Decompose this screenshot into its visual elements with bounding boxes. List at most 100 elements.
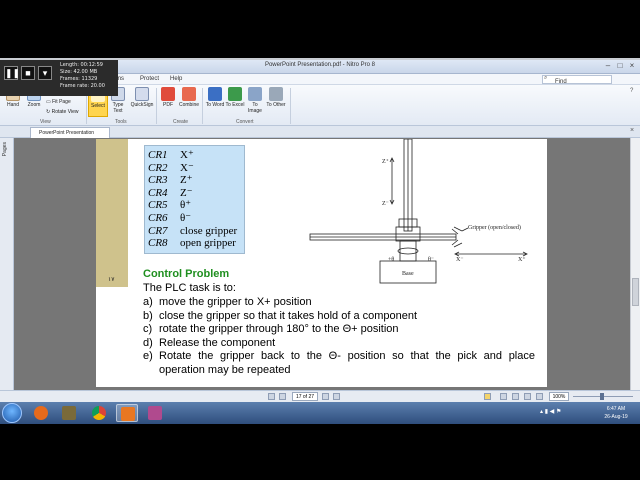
to-other-button[interactable]: To Other bbox=[265, 87, 287, 108]
to-image-label: To Image bbox=[248, 102, 262, 114]
hand-label: Hand bbox=[7, 102, 19, 108]
nitro-icon bbox=[121, 407, 135, 421]
previous-page-button[interactable] bbox=[279, 393, 286, 400]
step-text: operation may be repeated bbox=[159, 363, 291, 376]
system-tray: ▴ ▮ ◀ ⚑ bbox=[540, 408, 561, 415]
slide-page: ١٧ CR1 X⁺ CR2 X⁻ CR3 Z⁺ CR4 Z⁻ CR5 θ⁺ CR6 θ⁻ CR7 clos… bbox=[96, 139, 547, 387]
quicksign-button[interactable]: QuickSign bbox=[130, 87, 154, 108]
step-label: c) bbox=[143, 323, 153, 335]
base-label: Base bbox=[402, 271, 414, 277]
vertical-scrollbar[interactable] bbox=[630, 138, 640, 390]
tab-label: PowerPoint Presentation bbox=[39, 130, 95, 136]
next-page-button[interactable] bbox=[322, 393, 329, 400]
tab-powerpoint-presentation[interactable]: PowerPoint Presentation bbox=[30, 127, 110, 138]
view-mode-button[interactable] bbox=[536, 393, 543, 400]
group-tools: Tools bbox=[115, 119, 127, 125]
relay-action: X⁻ bbox=[180, 161, 194, 174]
control-problem-title: Control Problem bbox=[143, 268, 230, 280]
theta-plus-label: +θ bbox=[388, 257, 394, 263]
slide-side-strip bbox=[96, 139, 128, 287]
pdf-icon bbox=[161, 87, 175, 101]
minimize-icon[interactable]: – bbox=[602, 61, 614, 70]
clock-time: 6:47 AM bbox=[606, 406, 626, 412]
relay-id: CR1 bbox=[148, 149, 168, 161]
combine-icon bbox=[182, 87, 196, 101]
last-page-button[interactable] bbox=[333, 393, 340, 400]
plc-task-intro: The PLC task is to: bbox=[143, 282, 236, 294]
taskbar-firefox[interactable] bbox=[30, 404, 52, 422]
menu-item-protect[interactable]: Protect bbox=[140, 76, 159, 82]
quicksign-label: QuickSign bbox=[130, 102, 154, 108]
stop-icon[interactable]: ■ bbox=[21, 66, 35, 80]
step-text: move the gripper to X+ position bbox=[159, 296, 312, 308]
combine-button[interactable]: Combine bbox=[179, 87, 199, 108]
search-input[interactable]: Find bbox=[542, 75, 612, 85]
app-icon bbox=[148, 406, 162, 420]
combine-label: Combine bbox=[179, 102, 200, 108]
to-excel-label: To Excel bbox=[225, 102, 245, 108]
pages-panel-tab[interactable]: Pages bbox=[2, 142, 8, 156]
step-label: b) bbox=[143, 309, 153, 322]
taskbar-nitro-pro[interactable] bbox=[116, 404, 138, 422]
to-word-button[interactable]: To Word bbox=[205, 87, 225, 108]
fit-page-button[interactable]: ▭ Fit Page bbox=[46, 99, 71, 105]
ribbon-divider bbox=[156, 88, 157, 124]
to-excel-button[interactable]: To Excel bbox=[225, 87, 245, 108]
image-icon bbox=[248, 87, 262, 101]
step-text: Rotate the gripper back to the Θ- positi… bbox=[159, 350, 535, 362]
page-number-text: 17 of 27 bbox=[295, 394, 315, 400]
zoom-level-field[interactable]: 100% bbox=[549, 392, 569, 401]
first-page-button[interactable] bbox=[268, 393, 275, 400]
relay-action: Z⁺ bbox=[180, 174, 193, 187]
step-text: rotate the gripper through 180° to the Θ… bbox=[159, 323, 399, 335]
z-plus-label: Z⁺ bbox=[382, 158, 389, 165]
excel-icon bbox=[228, 87, 242, 101]
recorder-frame-rate: Frame rate: 20.00 bbox=[60, 83, 105, 89]
ribbon-divider bbox=[202, 88, 203, 124]
zoom-slider-handle[interactable] bbox=[600, 393, 604, 400]
view-mode-button[interactable] bbox=[484, 393, 491, 400]
relay-action: close gripper bbox=[180, 224, 238, 237]
view-mode-button[interactable] bbox=[512, 393, 519, 400]
network-icon[interactable]: ▮ bbox=[545, 409, 548, 415]
taskbar-chrome[interactable] bbox=[88, 404, 110, 422]
volume-icon[interactable]: ◀ bbox=[550, 409, 555, 415]
help-icon[interactable]: ? bbox=[630, 88, 633, 94]
rotate-view-label: Rotate View bbox=[51, 109, 79, 115]
taskbar-app[interactable] bbox=[144, 404, 166, 422]
view-mode-button[interactable] bbox=[500, 393, 507, 400]
pause-icon[interactable]: ❚❚ bbox=[4, 66, 20, 80]
clock[interactable]: 6:47 AM 26-Aug-19 bbox=[598, 405, 634, 421]
rotate-view-button[interactable]: ↻ Rotate View bbox=[46, 109, 78, 115]
zoom-label: Zoom bbox=[27, 102, 41, 108]
view-mode-button[interactable] bbox=[524, 393, 531, 400]
pdf-label: PDF bbox=[163, 102, 173, 108]
slide-number: ١٧ bbox=[108, 277, 115, 283]
pdf-button[interactable]: PDF bbox=[158, 87, 178, 108]
theta-minus-label: θ⁻ bbox=[428, 257, 434, 263]
taskbar-app[interactable] bbox=[58, 404, 80, 422]
app-icon bbox=[62, 406, 76, 420]
scrollbar-thumb[interactable] bbox=[632, 278, 639, 306]
group-create: Create bbox=[173, 119, 189, 125]
relay-id: CR5 bbox=[148, 199, 168, 212]
recorder-info: Length: 00:12:59 Size: 42.00 MB Frames: … bbox=[60, 62, 105, 90]
to-other-label: To Other bbox=[266, 102, 286, 108]
recorder-size: Size: 42.00 MB bbox=[60, 69, 98, 75]
flag-icon[interactable]: ⚑ bbox=[556, 409, 561, 415]
status-bar: 17 of 27 100% bbox=[0, 390, 640, 402]
tray-arrow-icon[interactable]: ▴ bbox=[540, 409, 543, 415]
maximize-icon[interactable]: □ bbox=[614, 61, 626, 70]
ribbon-divider bbox=[290, 88, 291, 124]
dropdown-icon[interactable]: ▾ bbox=[38, 66, 52, 80]
relay-id: CR8 bbox=[148, 237, 168, 250]
close-icon[interactable]: × bbox=[626, 61, 638, 70]
menu-item-help[interactable]: Help bbox=[170, 76, 182, 82]
start-button[interactable] bbox=[2, 403, 22, 423]
zoom-level-text: 100% bbox=[552, 394, 566, 400]
page-number-field[interactable]: 17 of 27 bbox=[292, 392, 318, 401]
type-text-label: Type Text bbox=[112, 102, 124, 114]
to-image-button[interactable]: To Image bbox=[245, 87, 265, 114]
close-tab-icon[interactable]: × bbox=[630, 127, 634, 134]
taskbar: ▴ ▮ ◀ ⚑ 6:47 AM 26-Aug-19 bbox=[0, 402, 640, 424]
